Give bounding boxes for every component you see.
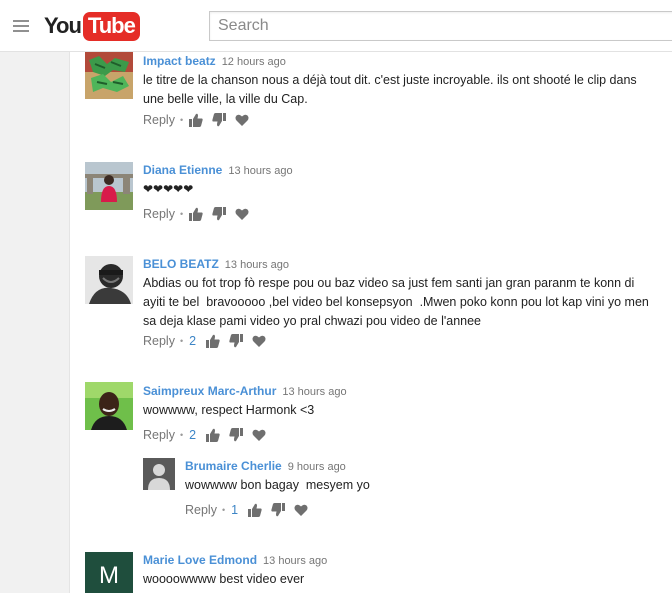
search-input[interactable] (209, 11, 672, 41)
thumbs-down-icon[interactable] (212, 113, 227, 127)
reply-count[interactable]: 1 (231, 503, 238, 517)
thumbs-up-icon[interactable] (248, 503, 262, 517)
comment-text: le titre de la chanson nous a déjà tout … (143, 73, 637, 106)
timestamp[interactable]: 12 hours ago (222, 56, 286, 68)
comment-actions: Reply • 2 (143, 333, 275, 349)
separator-dot: • (179, 209, 184, 219)
comment: BELO BEATZ 13 hours ago Abdias ou fot tro… (70, 255, 672, 355)
comment-text: wowwww, respect Harmonk <3 (143, 403, 315, 417)
author-name[interactable]: BELO BEATZ (143, 257, 219, 271)
timestamp[interactable]: 9 hours ago (288, 461, 346, 473)
reply-button[interactable]: Reply (143, 207, 175, 221)
thumbs-up-icon[interactable] (206, 334, 220, 348)
avatar[interactable] (85, 52, 133, 99)
separator-dot: • (179, 336, 184, 346)
timestamp[interactable]: 13 hours ago (282, 386, 346, 398)
heart-icon[interactable] (252, 334, 266, 348)
avatar-letter: M (99, 562, 119, 589)
comment-header: Diana Etienne 13 hours ago (143, 163, 293, 177)
reply-button[interactable]: Reply (143, 428, 175, 442)
comments-panel: Impact beatz 12 hours ago le titre de la … (70, 52, 672, 593)
logo-you-text: You (44, 13, 82, 38)
avatar[interactable] (85, 162, 133, 210)
separator-dot: • (179, 115, 184, 125)
separator-dot: • (179, 430, 184, 440)
reply-button[interactable]: Reply (143, 334, 175, 348)
comment-text: wowwww bon bagay mesyem yo (185, 478, 370, 492)
comment-actions: Reply • 2 (143, 427, 275, 443)
heart-icon[interactable] (252, 428, 266, 442)
thumbs-up-icon[interactable] (189, 207, 203, 221)
author-name[interactable]: Impact beatz (143, 54, 216, 68)
author-name[interactable]: Marie Love Edmond (143, 553, 257, 567)
menu-icon[interactable] (13, 20, 29, 32)
comment-text: woooowwww best video ever (143, 572, 305, 586)
timestamp[interactable]: 13 hours ago (263, 555, 327, 567)
heart-icon[interactable] (235, 207, 249, 221)
author-name[interactable]: Saimpreux Marc-Arthur (143, 384, 276, 398)
timestamp[interactable]: 13 hours ago (225, 259, 289, 271)
comment-actions: Reply • 1 (185, 502, 317, 518)
comment: Diana Etienne 13 hours ago ❤❤❤❤❤ Reply • (70, 160, 672, 240)
author-name[interactable]: Brumaire Cherlie (185, 459, 282, 473)
youtube-logo[interactable]: You Tube (44, 11, 140, 41)
heart-icon[interactable] (294, 503, 308, 517)
reply-button[interactable]: Reply (185, 503, 217, 517)
comment: Impact beatz 12 hours ago le titre de la … (70, 52, 672, 152)
reply-button[interactable]: Reply (143, 113, 175, 127)
reply-count[interactable]: 2 (189, 428, 196, 442)
comment-actions: Reply • (143, 112, 258, 128)
comment-header: Impact beatz 12 hours ago (143, 54, 286, 68)
reply-count[interactable]: 2 (189, 334, 196, 348)
comment-header: Marie Love Edmond 13 hours ago (143, 553, 327, 567)
comment-header: BELO BEATZ 13 hours ago (143, 257, 289, 271)
thumbs-up-icon[interactable] (206, 428, 220, 442)
separator-dot: • (221, 505, 226, 515)
avatar[interactable] (85, 256, 133, 304)
thumbs-up-icon[interactable] (189, 113, 203, 127)
comment-actions: Reply • (143, 206, 258, 222)
comment: M Marie Love Edmond 13 hours ago woooowww… (70, 551, 672, 593)
reply-comment: Brumaire Cherlie 9 hours ago wowwww bon b… (143, 457, 672, 527)
comment: Saimpreux Marc-Arthur 13 hours ago wowwww… (70, 381, 672, 451)
top-bar: You Tube (0, 0, 672, 52)
avatar[interactable] (143, 458, 175, 490)
comment-text: Abdias ou fot trop fò respe pou ou baz v… (143, 276, 649, 328)
author-name[interactable]: Diana Etienne (143, 163, 222, 177)
thumbs-down-icon[interactable] (212, 207, 227, 221)
thumbs-down-icon[interactable] (271, 503, 286, 517)
timestamp[interactable]: 13 hours ago (228, 165, 292, 177)
comment-header: Saimpreux Marc-Arthur 13 hours ago (143, 384, 347, 398)
thumbs-down-icon[interactable] (229, 334, 244, 348)
heart-icon[interactable] (235, 113, 249, 127)
avatar[interactable]: M (85, 552, 133, 593)
avatar[interactable] (85, 382, 133, 430)
logo-tube-text: Tube (82, 11, 140, 41)
comment-text: ❤❤❤❤❤ (143, 182, 194, 196)
comment-header: Brumaire Cherlie 9 hours ago (185, 459, 346, 473)
thumbs-down-icon[interactable] (229, 428, 244, 442)
